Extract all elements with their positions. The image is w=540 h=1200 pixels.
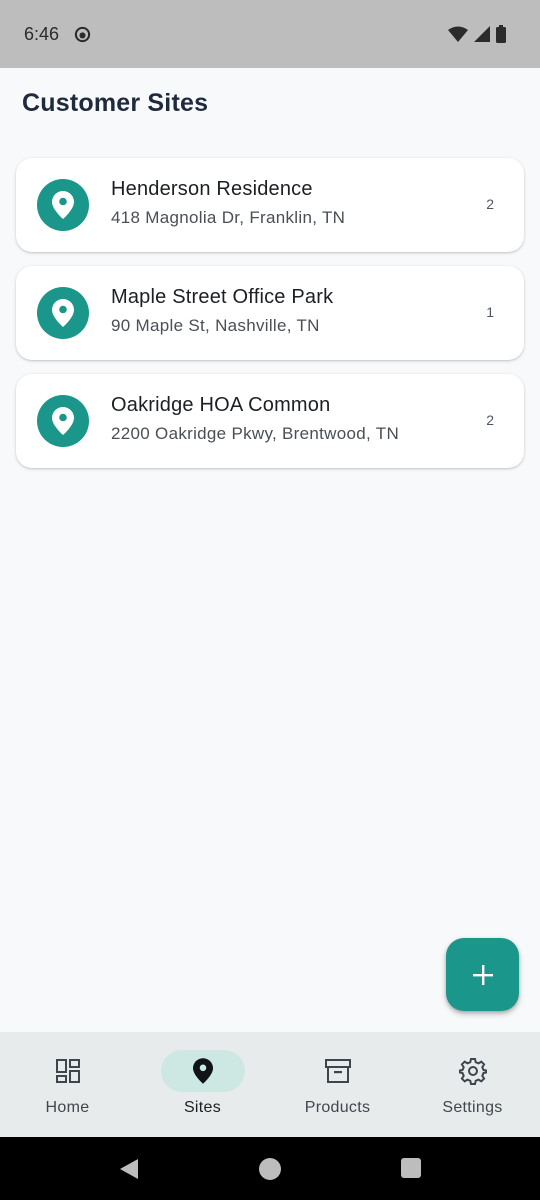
back-icon[interactable] (118, 1157, 140, 1181)
site-card[interactable]: Maple Street Office Park 90 Maple St, Na… (16, 266, 524, 360)
status-bar: 6:46 (0, 0, 540, 68)
wifi-icon (448, 26, 468, 42)
nav-label-settings: Settings (442, 1099, 503, 1116)
location-pin-icon (192, 1058, 213, 1084)
site-card[interactable]: Henderson Residence 418 Magnolia Dr, Fra… (16, 158, 524, 252)
bottom-navigation: Home Sites Products Settings (0, 1032, 540, 1137)
location-pin-icon (37, 395, 89, 447)
site-card[interactable]: Oakridge HOA Common 2200 Oakridge Pkwy, … (16, 374, 524, 468)
nav-label-products: Products (304, 1099, 371, 1116)
site-name: Henderson Residence (111, 178, 313, 200)
site-address: 2200 Oakridge Pkwy, Brentwood, TN (111, 424, 400, 443)
sites-screen: Customer Sites Henderson Residence 418 M… (0, 68, 540, 1032)
site-count: 2 (486, 196, 494, 212)
nav-item-products[interactable]: Products (270, 1032, 405, 1137)
signal-icon (474, 26, 490, 42)
site-address: 90 Maple St, Nashville, TN (111, 316, 320, 335)
system-navigation-bar (0, 1137, 540, 1200)
status-time: 6:46 (24, 24, 60, 44)
archive-box-icon (324, 1059, 351, 1083)
nav-label-sites: Sites (183, 1099, 222, 1116)
page-title: Customer Sites (22, 89, 209, 117)
nav-item-settings[interactable]: Settings (405, 1032, 540, 1137)
site-count: 2 (486, 412, 494, 428)
plus-icon (472, 964, 493, 985)
nav-item-sites[interactable]: Sites (135, 1032, 270, 1137)
gear-icon (458, 1058, 487, 1085)
nav-item-home[interactable]: Home (0, 1032, 135, 1137)
site-count: 1 (486, 304, 494, 320)
location-pin-icon (37, 287, 89, 339)
location-pin-icon (37, 179, 89, 231)
dashboard-icon (55, 1059, 80, 1083)
add-site-button[interactable] (446, 938, 519, 1011)
home-circle-icon[interactable] (258, 1157, 282, 1181)
app-notification-icon (74, 26, 91, 43)
recents-icon[interactable] (400, 1157, 422, 1179)
nav-label-home: Home (45, 1099, 90, 1116)
site-name: Oakridge HOA Common (111, 394, 331, 416)
site-name: Maple Street Office Park (111, 286, 334, 308)
site-address: 418 Magnolia Dr, Franklin, TN (111, 208, 346, 227)
battery-icon (496, 25, 506, 43)
